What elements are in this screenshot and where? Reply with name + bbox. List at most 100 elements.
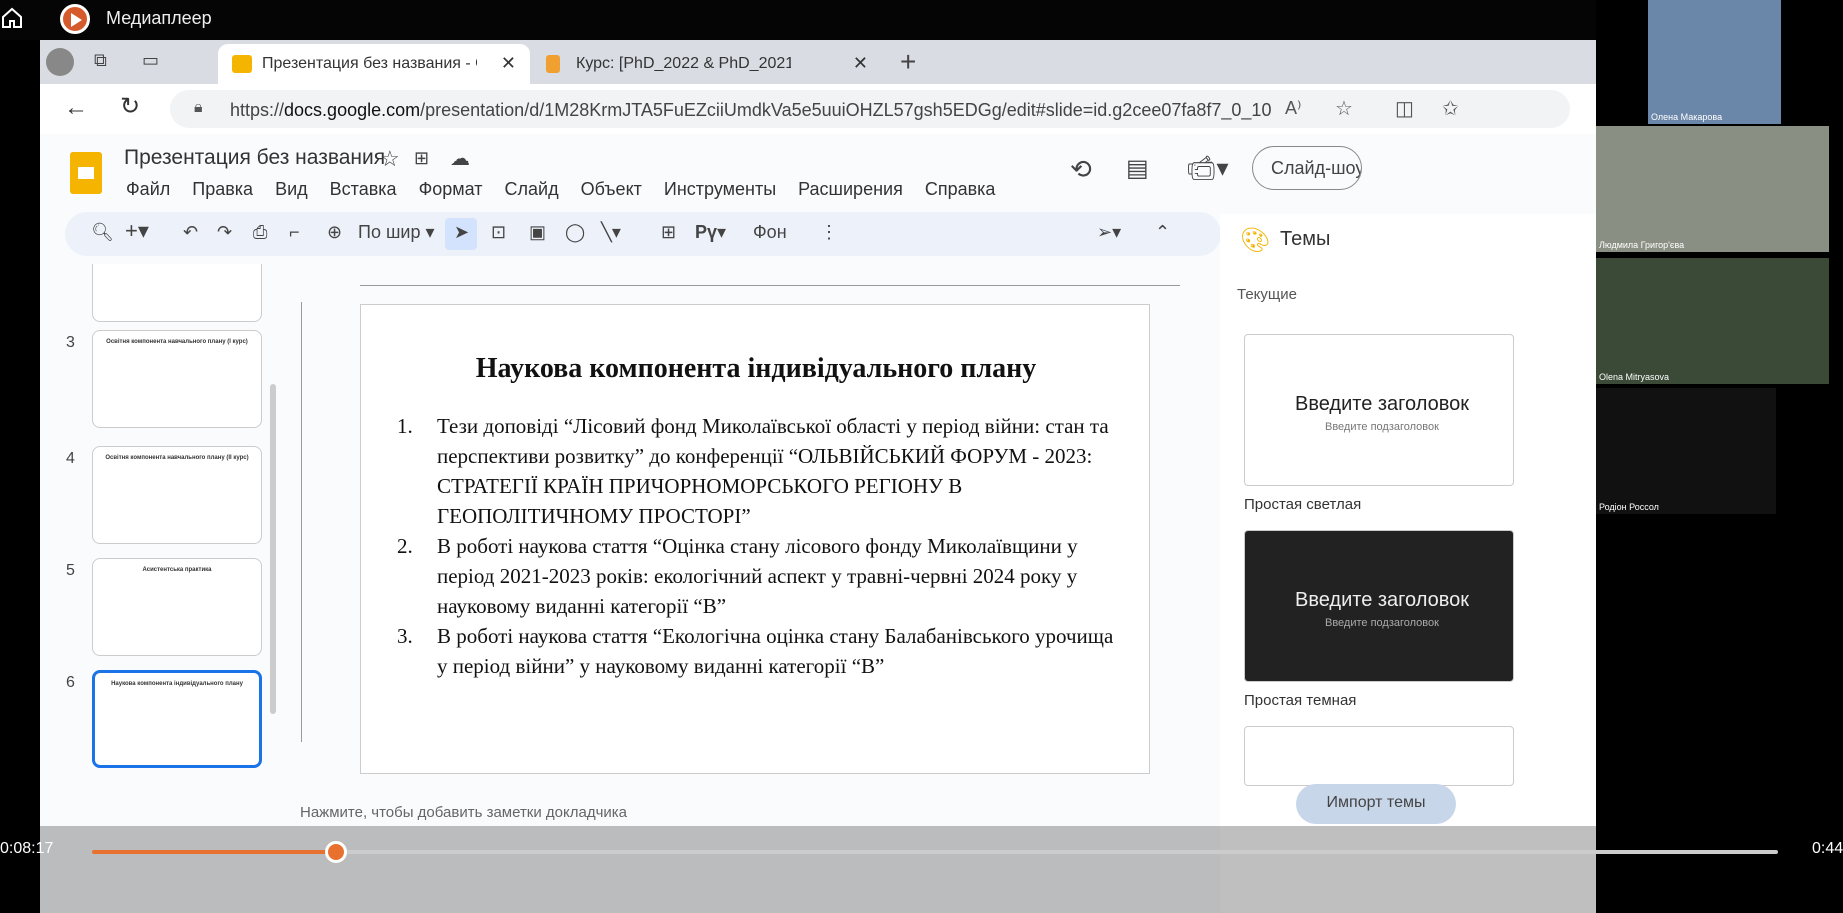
slide-number: 4 bbox=[66, 450, 75, 467]
new-tab-icon[interactable]: + bbox=[900, 46, 916, 78]
tab-strip: ⧉ ▭ Презентация без названия - Go ✕ Курс… bbox=[40, 40, 1596, 84]
star-icon[interactable]: ☆ bbox=[380, 146, 400, 172]
slide-thumbnail[interactable]: Асистентська практика bbox=[92, 558, 262, 656]
tab-presentation[interactable]: Презентация без названия - Go ✕ bbox=[218, 44, 530, 84]
slide-thumbnail-selected[interactable]: Наукова компонента індивідуального плану bbox=[92, 670, 262, 768]
slides-logo-icon[interactable] bbox=[70, 152, 102, 194]
version-history-icon[interactable]: ⟲ bbox=[1070, 154, 1092, 185]
slides-favicon-icon bbox=[232, 55, 252, 73]
split-screen-icon[interactable]: ◫ bbox=[1395, 96, 1414, 121]
slide-thumbnail[interactable] bbox=[92, 264, 262, 322]
current-time: 0:08:17 bbox=[0, 840, 54, 857]
palette-icon: 🎨︎ bbox=[1240, 227, 1271, 254]
url-field[interactable]: 🔒︎ https://docs.google.com/presentation/… bbox=[170, 90, 1570, 128]
comment-add-icon[interactable]: ⊞ bbox=[661, 222, 676, 243]
speaker-notes[interactable]: Нажмите, чтобы добавить заметки докладчи… bbox=[300, 804, 627, 821]
list-number: 1. bbox=[397, 414, 413, 438]
seek-track[interactable] bbox=[92, 841, 1778, 863]
slideshow-button[interactable]: Слайд-шоу bbox=[1252, 146, 1362, 190]
theme-card-simple-dark[interactable]: Введите заголовок Введите подзаголовок bbox=[1244, 530, 1514, 682]
theme-heading: Введите заголовок bbox=[1295, 393, 1470, 415]
menu-format[interactable]: Формат bbox=[419, 179, 483, 200]
shape-icon[interactable]: ◯ bbox=[565, 222, 585, 243]
participant-tile[interactable]: Олена Макарова bbox=[1648, 0, 1781, 124]
menu-slide[interactable]: Слайд bbox=[505, 179, 559, 200]
tab-label: Презентация без названия - Go bbox=[262, 55, 477, 72]
list-number: 3. bbox=[397, 624, 413, 648]
profile-avatar[interactable] bbox=[46, 48, 74, 76]
themes-current-label: Текущие bbox=[1237, 286, 1297, 303]
slide-title[interactable]: Наукова компонента індивідуального плану bbox=[361, 353, 1151, 385]
mediaplayer-titlebar: Медиаплеер ❐ bbox=[0, 0, 1843, 40]
tab-label: Курс: [PhD_2022 & PhD_2021 & bbox=[576, 55, 791, 72]
search-menus-icon[interactable]: 🔍︎ bbox=[91, 222, 114, 243]
comments-icon[interactable]: ▤ bbox=[1126, 154, 1149, 183]
more-options-icon[interactable]: ⋮ bbox=[820, 222, 838, 243]
menu-tools[interactable]: Инструменты bbox=[664, 179, 776, 200]
favorites-list-icon[interactable]: ✩ bbox=[1442, 96, 1459, 121]
paint-format-icon[interactable]: ⌐ bbox=[289, 222, 300, 243]
print-icon[interactable]: ⎙ bbox=[253, 222, 267, 243]
seek-handle[interactable] bbox=[325, 841, 348, 863]
filmstrip: 3 Освітня компонента навчального плану (… bbox=[40, 264, 280, 913]
image-icon[interactable]: ▣ bbox=[529, 222, 546, 243]
read-aloud-icon[interactable]: A⁾ bbox=[1285, 98, 1301, 119]
menu-help[interactable]: Справка bbox=[925, 179, 996, 200]
menu-object[interactable]: Объект bbox=[581, 179, 642, 200]
menu-extensions[interactable]: Расширения bbox=[798, 179, 903, 200]
line-icon[interactable]: ╲▾ bbox=[601, 222, 621, 243]
pen-icon[interactable]: ➢▾ bbox=[1097, 222, 1121, 243]
themes-title: Темы bbox=[1280, 228, 1331, 250]
theme-card[interactable] bbox=[1244, 726, 1514, 786]
import-theme-button[interactable]: Импорт темы bbox=[1296, 784, 1456, 824]
background-button[interactable]: Фон bbox=[753, 222, 787, 243]
participant-tile[interactable]: Родіон Россол bbox=[1596, 388, 1776, 514]
vertical-ruler bbox=[292, 302, 302, 742]
back-icon[interactable]: ← bbox=[64, 94, 88, 122]
url-prefix: https:// bbox=[230, 100, 285, 120]
participant-tile[interactable]: Людмила Григор'єва bbox=[1596, 126, 1829, 252]
zoom-icon[interactable]: ⊕ bbox=[327, 222, 342, 243]
theme-label: Простая светлая bbox=[1244, 496, 1362, 513]
slide-canvas[interactable]: Наукова компонента індивідуального плану… bbox=[360, 304, 1150, 774]
collapse-toolbar-icon[interactable]: ⌃ bbox=[1155, 222, 1170, 243]
participant-name: Олена Макарова bbox=[1651, 112, 1723, 122]
workspaces-icon[interactable]: ⧉ bbox=[94, 50, 107, 71]
menu-edit[interactable]: Правка bbox=[192, 179, 253, 200]
close-tab-icon[interactable]: ✕ bbox=[853, 53, 868, 74]
cloud-status-icon[interactable]: ☁ bbox=[450, 146, 470, 171]
seek-progress-fill bbox=[92, 850, 337, 854]
home-icon[interactable] bbox=[0, 6, 24, 32]
input-tools-icon[interactable]: Pү▾ bbox=[695, 222, 726, 243]
list-text: В роботі наукова стаття “Оцінка стану лі… bbox=[437, 534, 1078, 618]
redo-icon[interactable]: ↷ bbox=[217, 222, 232, 243]
move-folder-icon[interactable]: ⊞ bbox=[414, 148, 429, 169]
thumb-title: Освітня компонента навчального плану (II… bbox=[105, 455, 249, 461]
favorite-star-icon[interactable]: ☆ bbox=[1335, 96, 1353, 121]
slide-thumbnail[interactable]: Освітня компонента навчального плану (I … bbox=[92, 330, 262, 428]
undo-icon[interactable]: ↶ bbox=[183, 222, 198, 243]
slide-body-list[interactable]: 1. Тези доповіді “Лісовий фонд Миколаївсь… bbox=[397, 411, 1117, 681]
zoom-select[interactable]: По шир ▾ bbox=[358, 222, 435, 243]
slide-thumbnail[interactable]: Освітня компонента навчального плану (II… bbox=[92, 446, 262, 544]
participant-name: Родіон Россол bbox=[1599, 502, 1659, 512]
filmstrip-scrollbar[interactable] bbox=[270, 384, 276, 714]
menu-view[interactable]: Вид bbox=[275, 179, 308, 200]
text-box-icon[interactable]: ⊡ bbox=[491, 222, 506, 243]
menu-insert[interactable]: Вставка bbox=[330, 179, 397, 200]
document-title[interactable]: Презентация без названия bbox=[124, 146, 385, 170]
lock-icon[interactable]: 🔒︎ bbox=[194, 99, 203, 117]
media-seekbar: 0:08:17 0:44 bbox=[0, 826, 1843, 913]
reload-icon[interactable]: ↻ bbox=[120, 92, 140, 121]
theme-label: Простая темная bbox=[1244, 692, 1357, 709]
tab-course[interactable]: Курс: [PhD_2022 & PhD_2021 & ✕ bbox=[532, 44, 882, 84]
select-cursor-icon[interactable]: ➤ bbox=[445, 218, 477, 250]
participant-tile[interactable]: Olena Mitryasova bbox=[1596, 258, 1829, 384]
theme-card-simple-light[interactable]: Введите заголовок Введите подзаголовок bbox=[1244, 334, 1514, 486]
new-slide-icon[interactable]: +▾ bbox=[125, 218, 149, 244]
close-tab-icon[interactable]: ✕ bbox=[501, 53, 516, 74]
meet-camera-icon[interactable]: 📹︎▾ bbox=[1186, 154, 1229, 183]
menu-file[interactable]: Файл bbox=[126, 179, 170, 200]
menu-bar: Файл Правка Вид Вставка Формат Слайд Объ… bbox=[126, 179, 1017, 200]
tab-actions-icon[interactable]: ▭ bbox=[142, 50, 159, 71]
